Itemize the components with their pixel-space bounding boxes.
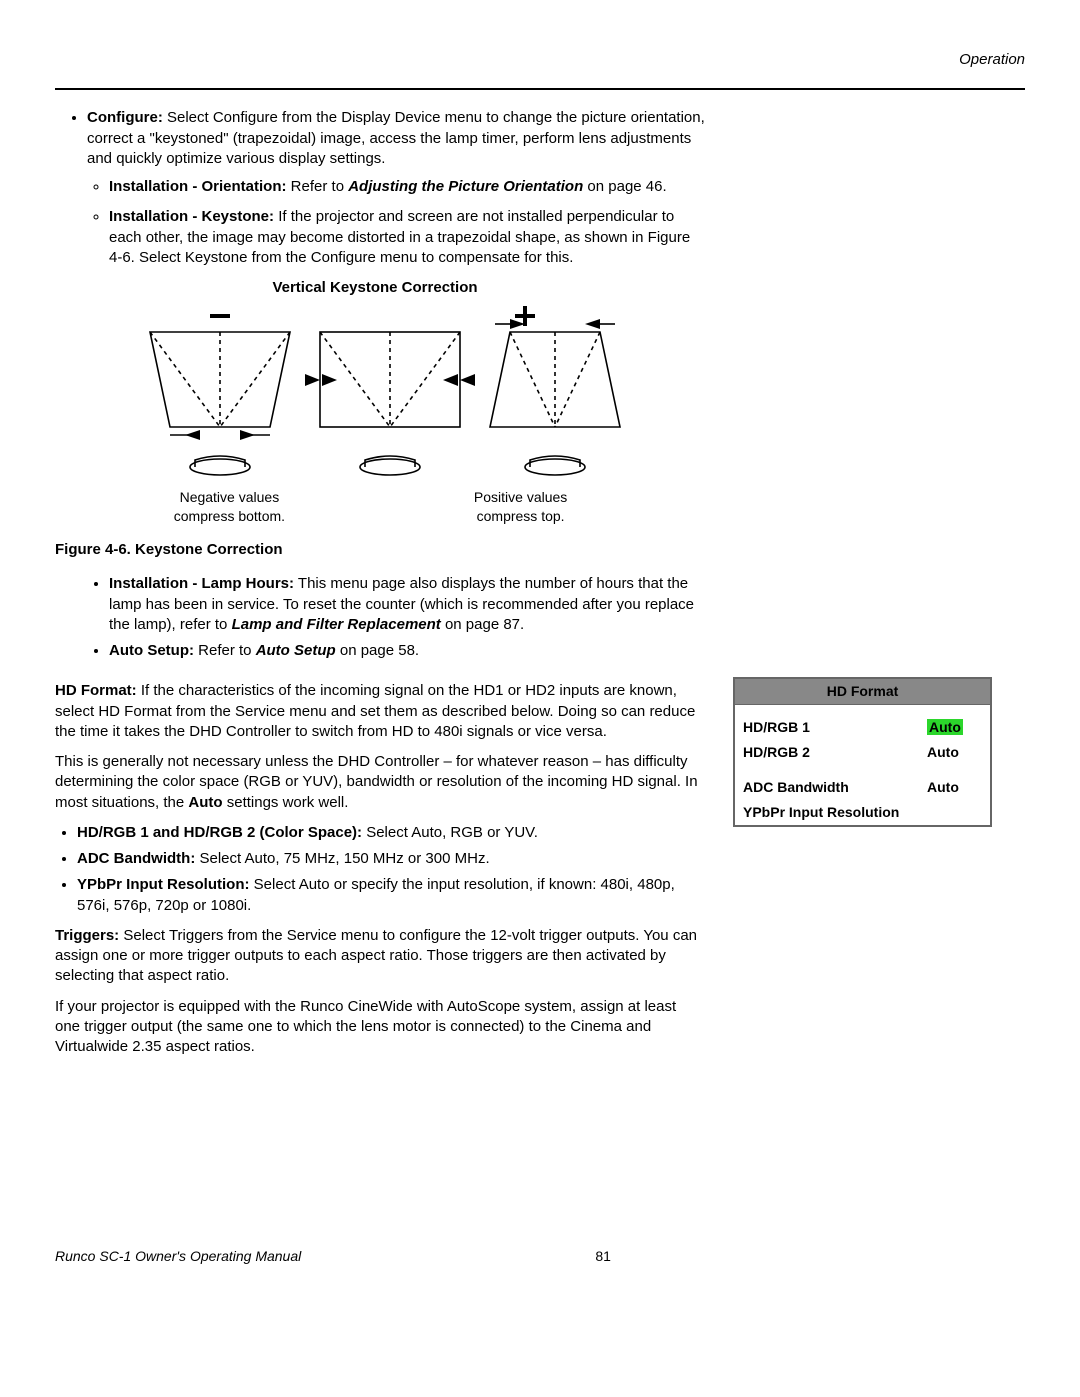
orientation-ref: Adjusting the Picture Orientation [348,178,583,195]
triggers-title: Triggers: [55,927,119,944]
keystone-svg [95,302,655,482]
hd-format-table: HD Format HD/RGB 1 Auto HD/RGB 2 Auto AD… [733,677,992,826]
table-header: HD Format [735,679,990,705]
page-number: 81 [595,1247,611,1266]
lamp-title: Installation - Lamp Hours: [109,575,294,592]
configure-item: Configure: Select Configure from the Dis… [87,108,705,268]
triggers-p1: Triggers: Select Triggers from the Servi… [55,926,705,987]
ypbpr-item: YPbPr Input Resolution: Select Auto or s… [77,875,705,916]
lamp-ref: Lamp and Filter Replacement [232,616,441,633]
row-label: HD/RGB 2 [743,743,927,762]
table-row: HD/RGB 2 Auto [735,740,990,765]
row-value: Auto [927,718,982,737]
autosetup-post: on page 58. [336,642,419,659]
orientation-title: Installation - Orientation: [109,178,287,195]
keystone-diagram: Vertical Keystone Correction [95,278,655,526]
figure-caption: Figure 4-6. Keystone Correction [55,540,705,560]
triggers-p2: If your projector is equipped with the R… [55,997,705,1058]
hd-rgb-item: HD/RGB 1 and HD/RGB 2 (Color Space): Sel… [77,823,705,843]
table-row: ADC Bandwidth Auto [735,775,990,800]
autosetup-title: Auto Setup: [109,642,194,659]
hdformat-p2: This is generally not necessary unless t… [55,752,705,813]
section-header: Operation [55,50,1025,70]
page-footer: Runco SC-1 Owner's Operating Manual 81 [55,1247,1025,1266]
adc-item: ADC Bandwidth: Select Auto, 75 MHz, 150 … [77,849,705,869]
row-value: Auto [927,743,982,762]
row-label: HD/RGB 1 [743,718,927,737]
orientation-item: Installation - Orientation: Refer to Adj… [109,177,705,197]
footer-title: Runco SC-1 Owner's Operating Manual [55,1247,301,1266]
diagram-title: Vertical Keystone Correction [95,278,655,298]
lamp-item: Installation - Lamp Hours: This menu pag… [109,574,705,635]
table-row: HD/RGB 1 Auto [735,715,990,740]
orientation-pre: Refer to [287,178,349,195]
header-rule [55,88,1025,90]
diagram-neg-label: Negative valuescompress bottom. [95,488,364,526]
row-value [927,803,982,822]
row-label: ADC Bandwidth [743,778,927,797]
diagram-pos-label: Positive valuescompress top. [386,488,655,526]
hdformat-p1: HD Format: If the characteristics of the… [55,681,705,742]
configure-title: Configure: [87,109,163,126]
row-label: YPbPr Input Resolution [743,803,927,822]
keystone-item: Installation - Keystone: If the projecto… [109,207,705,268]
autosetup-item: Auto Setup: Refer to Auto Setup on page … [109,641,705,661]
table-row: YPbPr Input Resolution [735,800,990,825]
lamp-post: on page 87. [441,616,524,633]
configure-text: Select Configure from the Display Device… [87,109,705,167]
row-value: Auto [927,778,982,797]
autosetup-pre: Refer to [194,642,256,659]
autosetup-ref: Auto Setup [256,642,336,659]
orientation-post: on page 46. [583,178,666,195]
hdformat-title: HD Format: [55,682,137,699]
keystone-title: Installation - Keystone: [109,208,274,225]
